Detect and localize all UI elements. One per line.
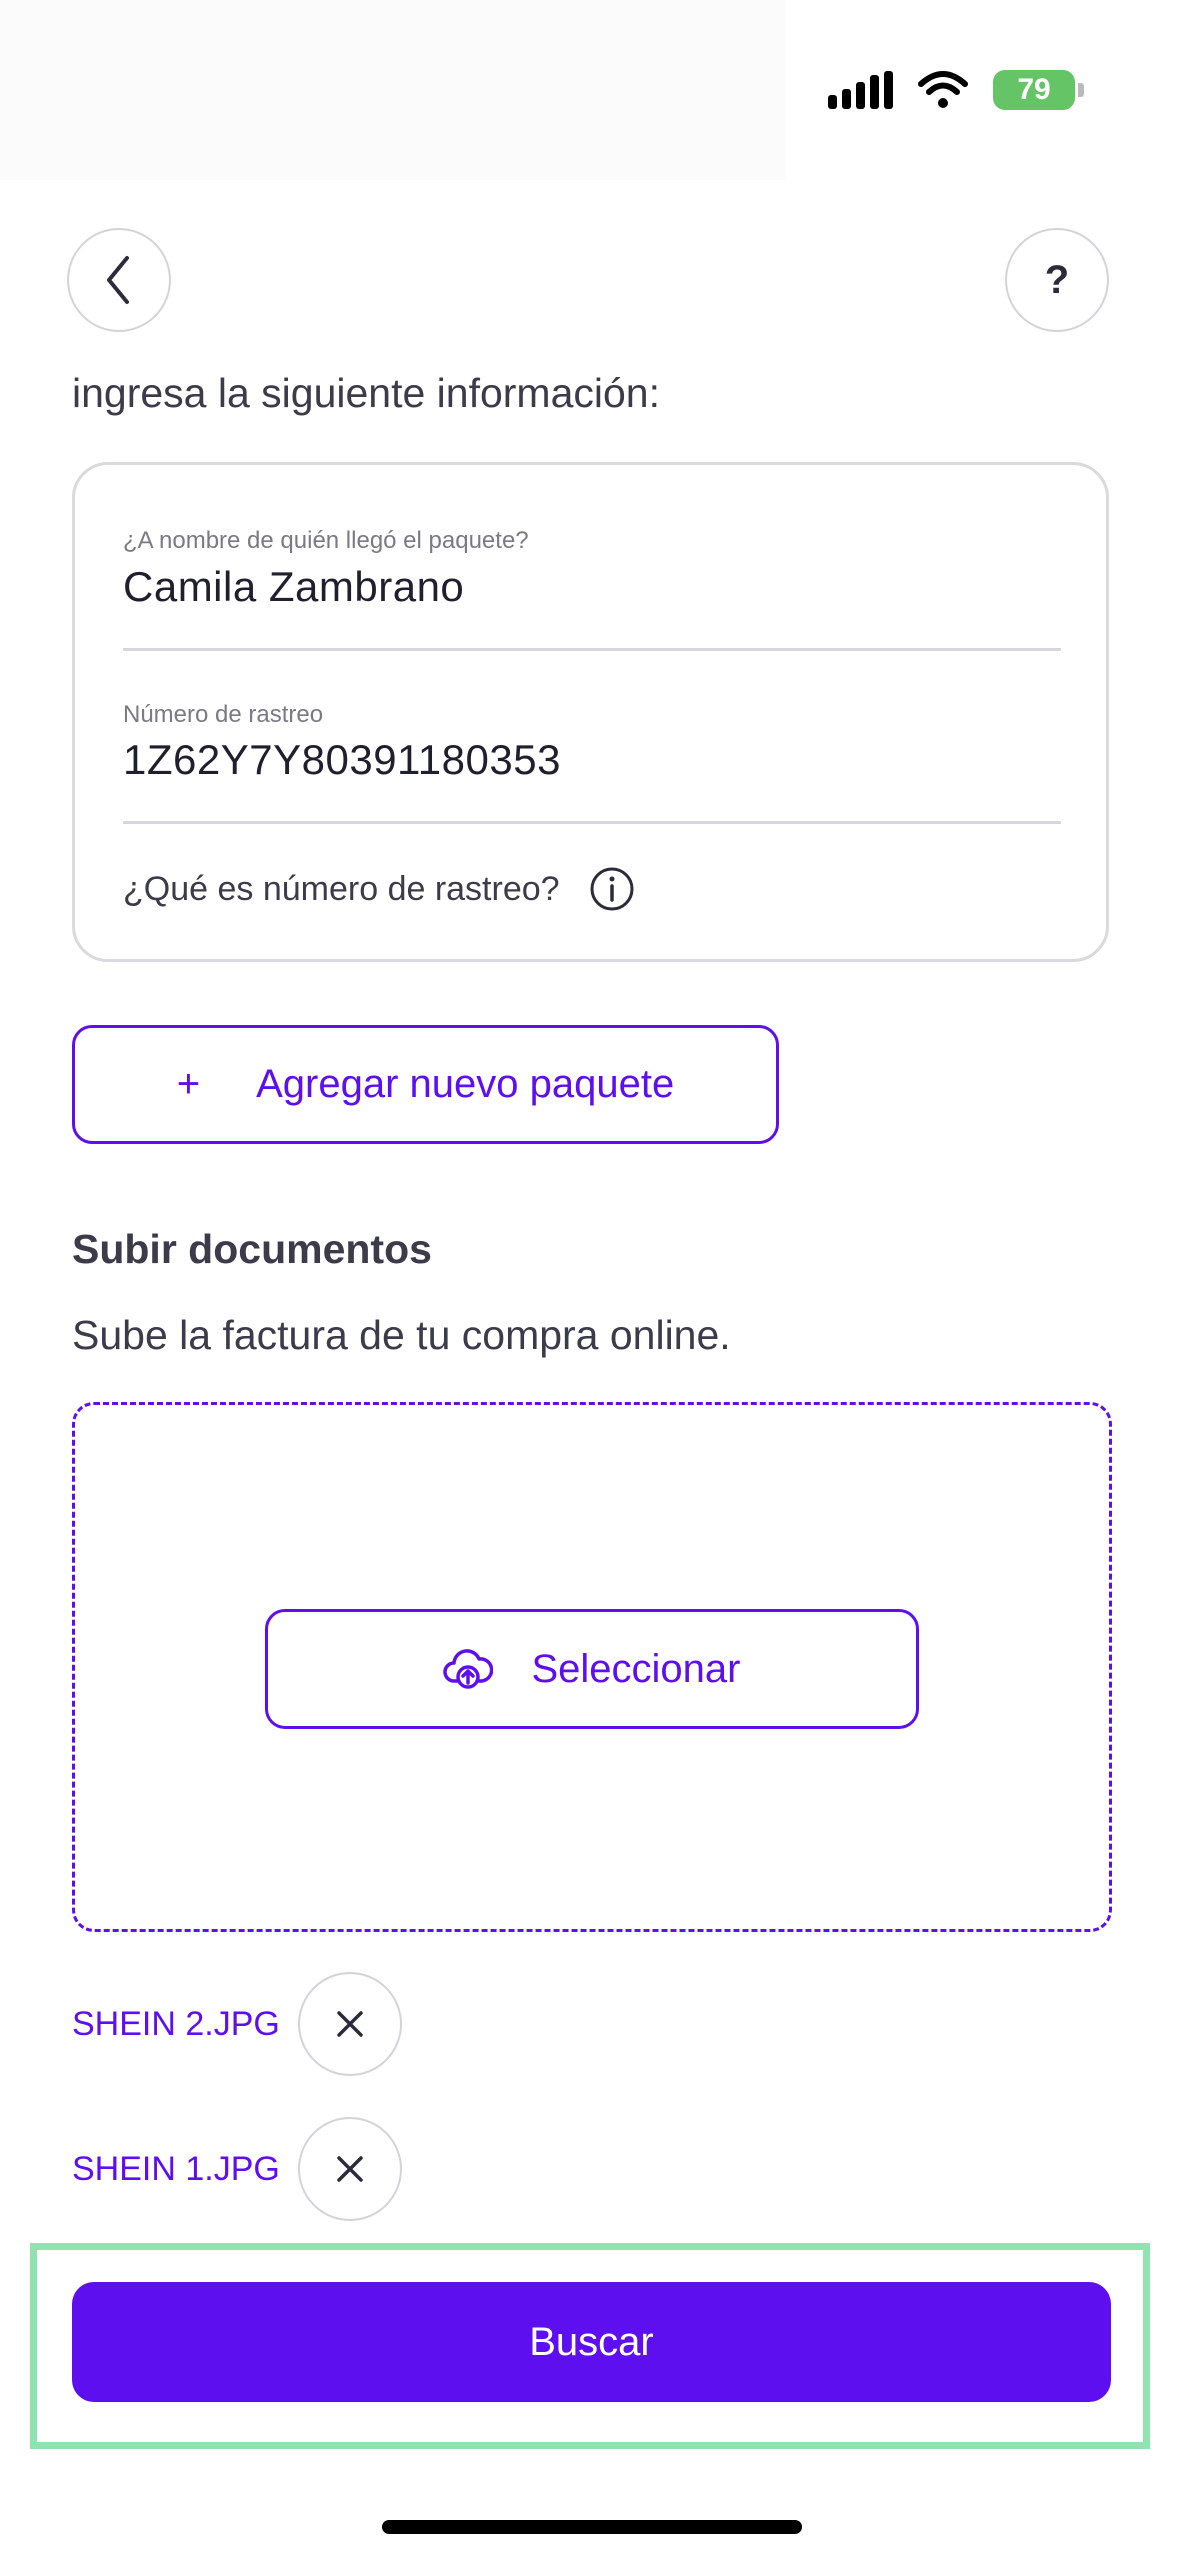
add-package-button[interactable]: + Agregar nuevo paquete (72, 1025, 779, 1144)
documents-title: Subir documentos (72, 1226, 432, 1272)
battery-icon: 79 (993, 70, 1075, 110)
plus-icon: + (176, 1062, 201, 1106)
status-icons: 79 (828, 64, 1084, 116)
select-file-button[interactable]: Seleccionar (265, 1609, 919, 1729)
chevron-left-icon (107, 256, 129, 304)
wifi-icon (918, 71, 968, 108)
tracking-help-text: ¿Qué es número de rastreo? (123, 869, 560, 908)
tracking-number-field[interactable]: 1Z62Y7Y80391180353 (123, 736, 561, 784)
select-file-label: Seleccionar (531, 1646, 741, 1691)
remove-file-button[interactable] (297, 1972, 402, 2076)
back-button[interactable] (67, 228, 171, 332)
recipient-field[interactable]: Camila Zambrano (123, 563, 464, 611)
remove-file-button[interactable] (297, 2117, 402, 2221)
close-icon (337, 2011, 363, 2037)
info-icon (590, 867, 634, 911)
package-form-card: ¿A nombre de quién llegó el paquete? Cam… (72, 462, 1109, 962)
tracking-label: Número de rastreo (123, 701, 324, 728)
battery-level: 79 (1017, 73, 1051, 106)
file-item: SHEIN 2.JPG (72, 1972, 402, 2076)
tracking-divider (123, 821, 1061, 824)
search-button[interactable]: Buscar (72, 2282, 1111, 2402)
documents-subtitle: Sube la factura de tu compra online. (72, 1312, 731, 1358)
add-package-label: Agregar nuevo paquete (256, 1062, 675, 1106)
cloud-upload-icon (443, 1649, 494, 1689)
help-button[interactable]: ? (1005, 228, 1109, 332)
home-indicator (382, 2520, 802, 2534)
tracking-help-link[interactable]: ¿Qué es número de rastreo? (123, 865, 636, 913)
cellular-signal-icon (828, 71, 893, 109)
search-button-label: Buscar (529, 2319, 654, 2364)
intro-text: ingresa la siguiente información: (72, 370, 660, 416)
close-icon (337, 2156, 363, 2182)
recipient-label: ¿A nombre de quién llegó el paquete? (123, 527, 529, 554)
file-item: SHEIN 1.JPG (72, 2117, 402, 2221)
file-name: SHEIN 2.JPG (72, 2004, 280, 2043)
status-bar (0, 0, 785, 180)
help-icon: ? (1044, 257, 1070, 302)
recipient-divider (123, 648, 1061, 651)
file-name: SHEIN 1.JPG (72, 2149, 280, 2188)
